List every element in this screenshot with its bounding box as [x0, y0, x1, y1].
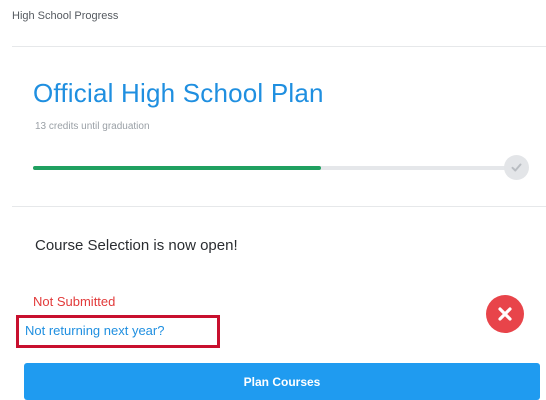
submission-status: Not Submitted	[33, 294, 116, 309]
divider	[12, 206, 546, 207]
course-selection-announcement: Course Selection is now open!	[35, 237, 238, 254]
divider	[12, 46, 546, 47]
not-returning-link[interactable]: Not returning next year?	[25, 323, 164, 338]
credits-remaining-text: 13 credits until graduation	[35, 121, 150, 132]
high-school-progress-panel: High School Progress Official High Schoo…	[0, 0, 546, 400]
progress-bar	[33, 166, 513, 170]
section-label: High School Progress	[12, 10, 119, 22]
close-icon	[486, 295, 524, 333]
check-icon	[504, 155, 529, 180]
plan-title[interactable]: Official High School Plan	[33, 78, 324, 109]
progress-bar-fill	[33, 166, 321, 170]
plan-courses-button[interactable]: Plan Courses	[24, 363, 540, 400]
